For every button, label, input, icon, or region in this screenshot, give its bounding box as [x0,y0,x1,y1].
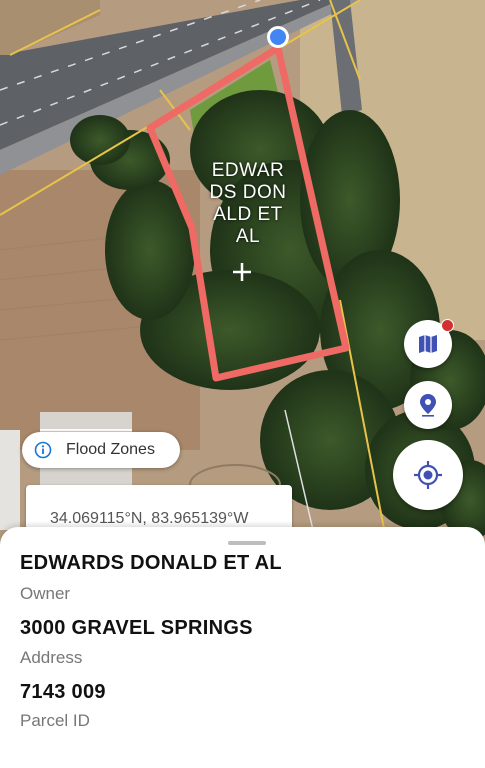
location-pin-button[interactable] [404,381,452,429]
coordinates-text: 34.069115°N, 83.965139°W [50,510,249,527]
address-label: Address [20,648,83,667]
parcel-label-line: AL [235,226,261,247]
info-icon [34,441,52,459]
map-layers-icon [419,335,437,353]
notification-dot [441,319,454,332]
parcel-id-label: Parcel ID [20,711,90,730]
parcel-label-line: ALD ET [213,204,283,225]
parcel-label: EDWAR DS DON ALD ET AL [196,160,300,248]
flood-zones-chip[interactable]: Flood Zones [22,432,180,468]
my-location-icon [414,461,442,489]
owner-value: EDWARDS DONALD ET AL [20,552,282,574]
map-view[interactable]: EDWAR DS DON ALD ET AL Flood Zones 34.06… [0,0,485,560]
parcel-label-line: DS DON [209,182,287,203]
map-layers-button[interactable] [404,319,454,368]
parcel-id-value: 7143 009 [20,681,106,703]
crosshair-icon [233,263,251,281]
location-pin-icon [420,394,436,417]
my-location-button[interactable] [393,440,463,510]
owner-label: Owner [20,584,71,603]
parcel-details-sheet[interactable]: EDWARDS DONALD ET AL Owner 3000 GRAVEL S… [0,527,485,768]
parcel-label-line: EDWAR [211,160,285,181]
sheet-drag-handle[interactable] [228,541,266,545]
flood-zones-label: Flood Zones [66,441,155,458]
address-value: 3000 GRAVEL SPRINGS [20,617,253,639]
